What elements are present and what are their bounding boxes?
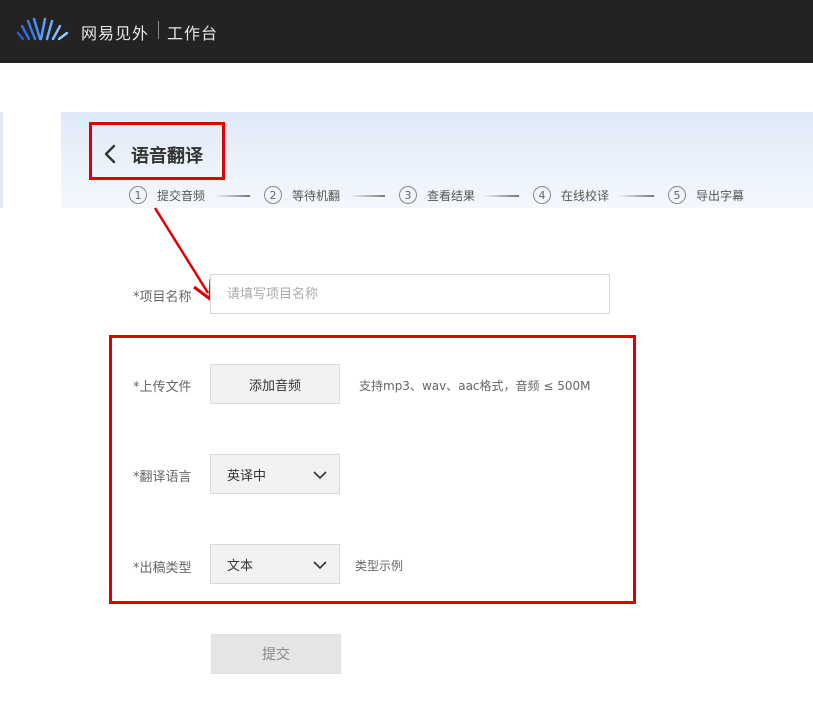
waveform-logo-icon[interactable] (14, 17, 72, 43)
step-label: 在线校译 (561, 188, 610, 203)
workbench-link[interactable]: 工作台 (167, 20, 218, 44)
brand-name: 网易见外 (81, 24, 150, 43)
step-number: 4 (533, 186, 551, 204)
step-5: 5 导出字幕 (668, 184, 744, 206)
step-number: 3 (399, 186, 417, 204)
step-arrow-icon (214, 195, 250, 197)
step-label: 提交音频 (157, 188, 206, 203)
step-number: 1 (129, 186, 147, 204)
step-arrow-icon (349, 195, 385, 197)
step-2: 2 等待机翻 (264, 184, 340, 206)
step-label: 导出字幕 (696, 188, 745, 203)
project-name-input[interactable] (210, 274, 610, 314)
title-highlight-box (89, 122, 225, 180)
step-label: 等待机翻 (292, 188, 341, 203)
step-number: 5 (668, 186, 686, 204)
form-highlight-box (109, 335, 636, 604)
step-4: 4 在线校译 (533, 184, 609, 206)
project-name-label: *项目名称 (133, 290, 192, 305)
step-arrow-icon (618, 195, 654, 197)
step-arrow-icon (483, 195, 519, 197)
step-number: 2 (264, 186, 282, 204)
top-bar: 网易见外 工作台 (0, 0, 813, 63)
step-3: 3 查看结果 (399, 184, 475, 206)
submit-button[interactable]: 提交 (211, 634, 341, 674)
left-edge-strip (0, 112, 3, 208)
brand-divider (158, 21, 159, 39)
step-label: 查看结果 (427, 188, 476, 203)
step-1: 1 提交音频 (129, 184, 205, 206)
